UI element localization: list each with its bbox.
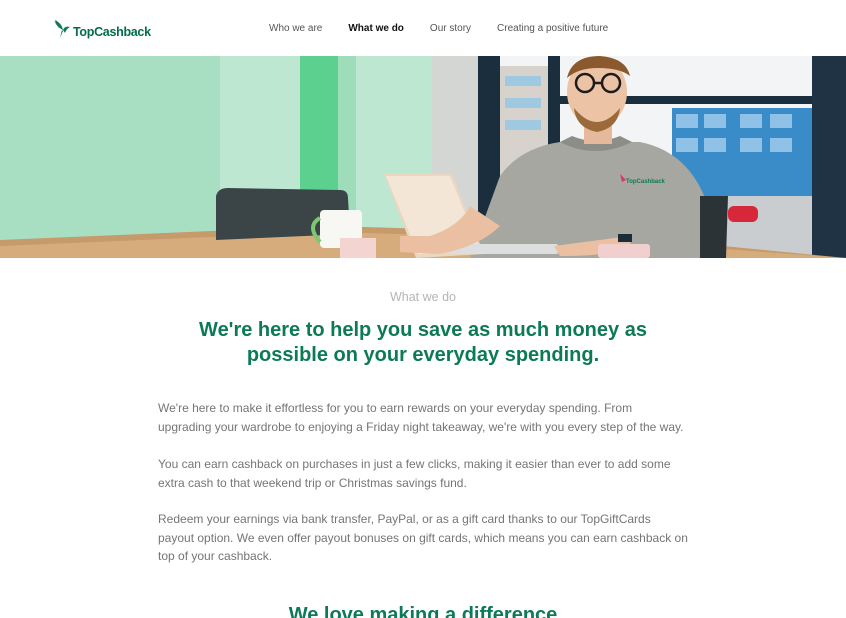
page-headline: We're here to help you save as much mone… (199, 319, 647, 366)
hero-image: TopCashback (0, 56, 846, 258)
nav-creating-a-positive-future[interactable]: Creating a positive future (497, 23, 608, 34)
body-paragraph: We're here to make it effortless for you… (158, 401, 684, 434)
section-label: What we do (389, 290, 456, 304)
nav-our-story[interactable]: Our story (430, 23, 471, 34)
shirt-logo-text: TopCashback (626, 179, 666, 185)
body-paragraph: Redeem your earnings via bank transfer, … (158, 512, 688, 563)
body-paragraph: You can earn cashback on purchases in ju… (158, 457, 671, 490)
hummingbird-icon (52, 18, 72, 40)
logo-wordmark: TopCashback (73, 25, 151, 39)
nav-who-we-are[interactable]: Who we are (269, 23, 322, 34)
main-nav: Who we are What we do Our story Creating… (269, 0, 634, 56)
nav-what-we-do[interactable]: What we do (348, 23, 404, 34)
topcashback-logo[interactable]: TopCashback (52, 14, 151, 40)
section-headline: We love making a difference (288, 604, 558, 618)
site-header: TopCashback Who we are What we do Our st… (0, 0, 846, 56)
